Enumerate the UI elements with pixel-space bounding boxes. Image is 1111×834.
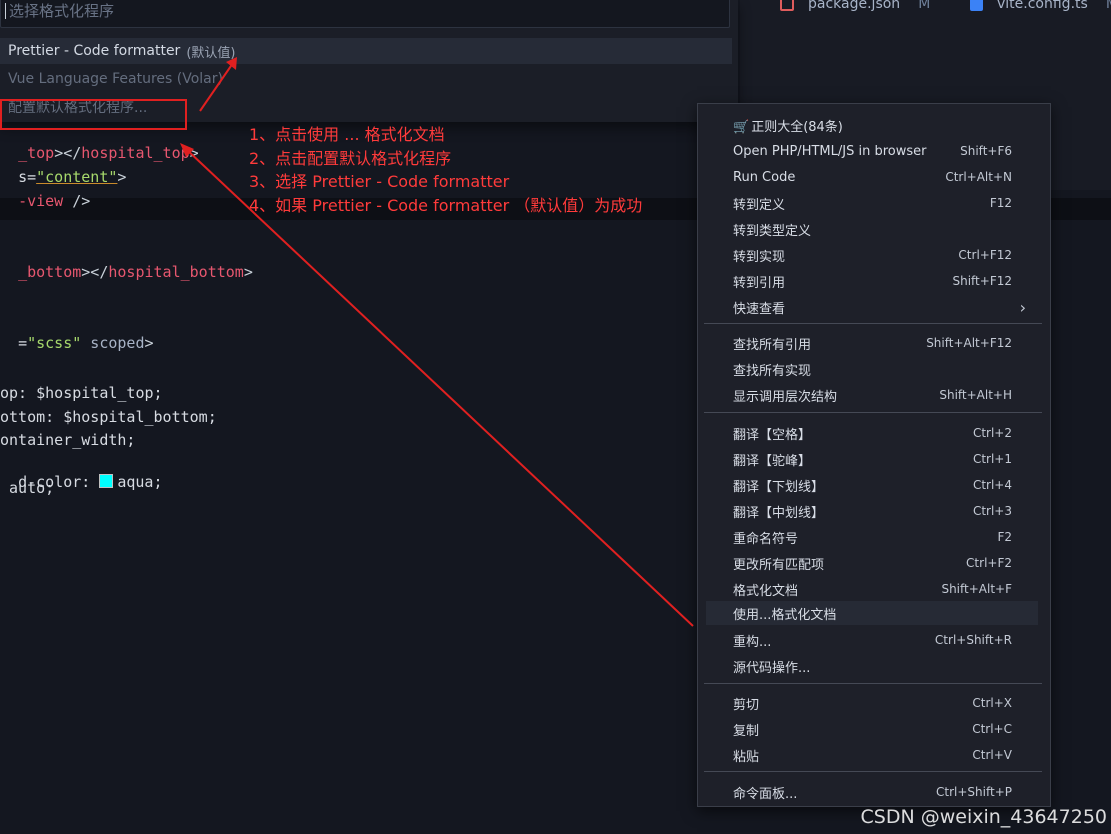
arrow-to-default-badge: [199, 62, 234, 112]
arrow-to-code: [185, 148, 694, 627]
annotation-arrows: [180, 57, 694, 627]
watermark: CSDN @weixin_43647250: [860, 806, 1108, 828]
arrowhead: [226, 57, 237, 70]
